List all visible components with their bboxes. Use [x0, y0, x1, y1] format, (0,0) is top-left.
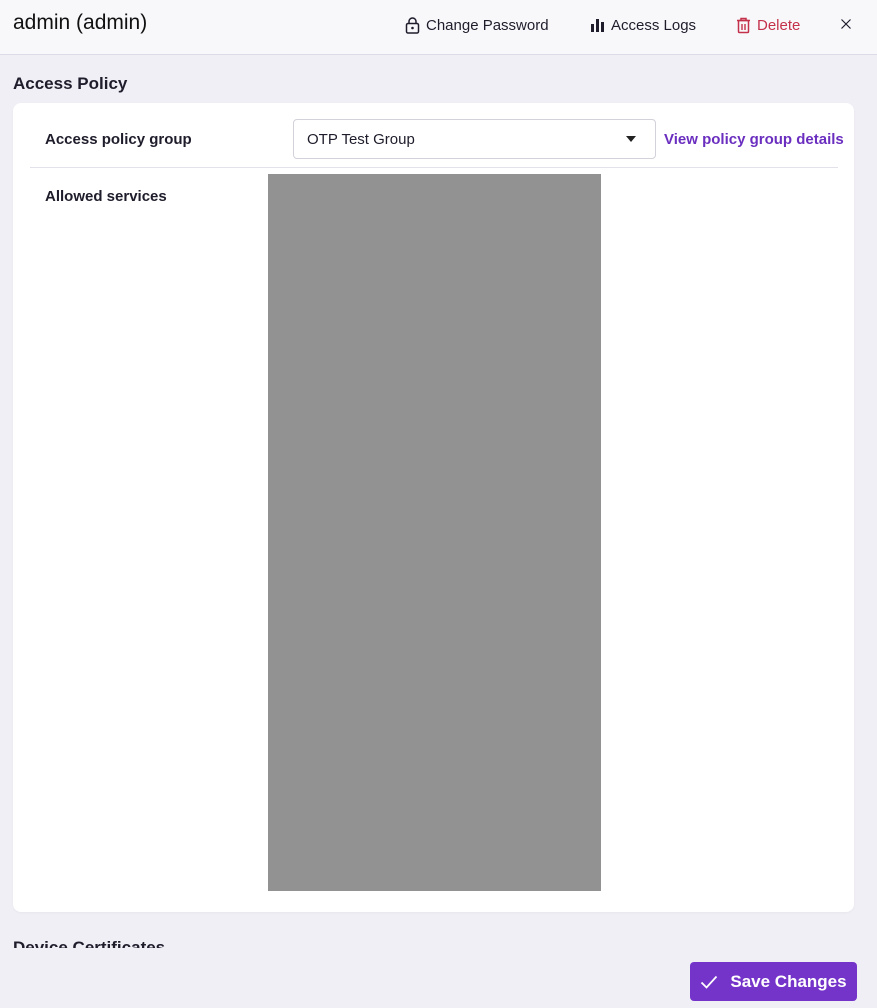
save-changes-button[interactable]: Save Changes	[690, 962, 857, 1001]
divider	[30, 167, 838, 168]
access-policy-group-select[interactable]: OTP Test Group	[293, 119, 656, 159]
checkmark-icon	[701, 975, 718, 989]
close-button[interactable]	[840, 14, 858, 34]
access-policy-group-label: Access policy group	[45, 131, 192, 148]
delete-button[interactable]: Delete	[736, 14, 800, 36]
trash-icon	[737, 17, 750, 33]
access-policy-section-title: Access Policy	[13, 74, 128, 93]
save-changes-label: Save Changes	[730, 971, 847, 991]
delete-label: Delete	[757, 16, 801, 34]
access-policy-card: Access policy group OTP Test Group View …	[13, 103, 854, 912]
bar-chart-icon	[591, 18, 604, 32]
access-policy-group-value: OTP Test Group	[307, 130, 415, 148]
device-certificates-section-title: Device Certificates	[13, 938, 166, 948]
view-policy-group-details-link[interactable]: View policy group details	[664, 131, 844, 148]
change-password-button[interactable]: Change Password	[405, 14, 549, 36]
page-title: admin (admin)	[13, 11, 148, 34]
caret-down-icon	[626, 136, 636, 142]
header-bar: admin (admin) Change Password Access Log…	[0, 0, 877, 55]
lock-icon	[405, 16, 420, 34]
access-logs-button[interactable]: Access Logs	[590, 14, 696, 36]
allowed-services-label: Allowed services	[45, 188, 167, 205]
access-logs-label: Access Logs	[611, 16, 697, 34]
close-icon	[841, 19, 851, 29]
allowed-services-placeholder	[268, 174, 601, 891]
change-password-label: Change Password	[426, 16, 549, 34]
